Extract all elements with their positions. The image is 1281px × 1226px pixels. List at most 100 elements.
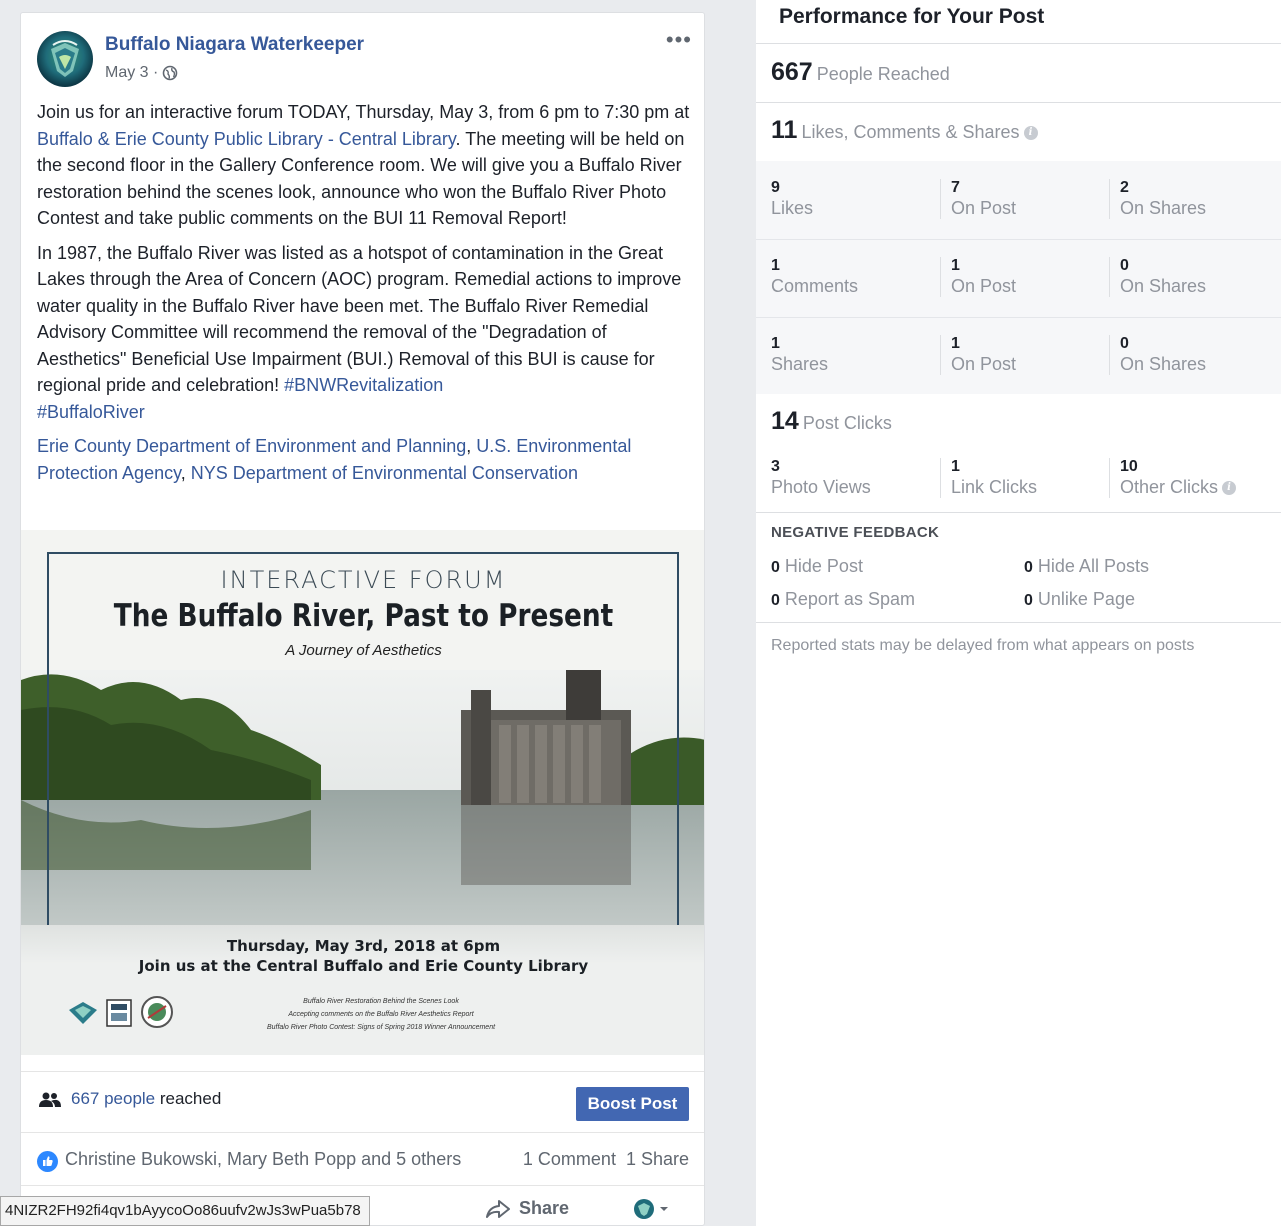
likes-total: 9 Likes [771,179,813,219]
more-options-icon[interactable]: ••• [666,29,692,51]
info-icon[interactable]: i [1023,126,1038,140]
stat-number: 0 [1024,559,1033,576]
photo-views: 3 Photo Views [771,458,871,498]
stat-number: 1 [771,257,780,274]
shares-on-post: 1 On Post [940,335,1016,375]
stat-number: 0 [771,592,780,609]
share-count[interactable]: 1 Share [626,1149,689,1170]
people-reached-number: 667 [771,58,813,86]
like-reaction-icon [37,1151,58,1172]
flyer-agenda: Buffalo River Restoration Behind the Sce… [231,995,531,1034]
page-globe-icon [634,1199,654,1219]
flyer-venue: Join us at the Central Buffalo and Erie … [138,957,589,975]
comment-count[interactable]: 1 Comment [523,1149,616,1170]
shares-on-shares: 0 On Shares [1109,335,1206,375]
tag-separator: , [180,462,191,483]
stat-label: Shares [771,354,829,374]
tagged-page-link[interactable]: NYS Department of Environmental Conserva… [191,463,578,483]
stat-label-text: Other Clicks [1120,477,1219,497]
stat-number: 1 [951,335,960,352]
tagged-pages: Erie County Department of Environment an… [37,433,692,486]
library-link[interactable]: Buffalo & Erie County Public Library - C… [37,129,456,149]
flyer-logos [49,980,189,1040]
flyer-agenda-item: Accepting comments on the Buffalo River … [288,1011,474,1018]
stat-label: Report as Spam [779,589,915,609]
divider [756,43,1281,44]
flyer-title: The Buffalo River, Past to Present [113,598,614,634]
report-spam-stat: 0 Report as Spam [771,589,915,610]
stat-label: On Shares [1120,354,1207,374]
hashtag-link[interactable]: #BNWRevitalization [284,375,443,395]
post-text-span: Join us for an interactive forum TODAY, … [37,102,690,122]
post-header: Buffalo Niagara Waterkeeper May 3 · ••• [37,29,692,91]
chevron-down-icon [660,1207,668,1211]
stats-footnote: Reported stats may be delayed from what … [771,637,1195,654]
stat-number: 0 [771,559,780,576]
people-reached-label: People Reached [816,64,950,84]
stat-number: 1 [951,257,960,274]
stat-label: On Shares [1120,198,1207,218]
post-clicks-label: Post Clicks [802,413,892,433]
stat-number: 3 [771,458,780,475]
stat-number: 10 [1120,458,1138,475]
stat-number: 7 [951,179,960,196]
status-url-tooltip: 4NIZR2FH92fi4qv1bAyycoOo86uufv2wJs3wPua5… [0,1196,370,1226]
post-date[interactable]: May 3 · [105,64,158,82]
stat-label: On Post [951,198,1017,218]
page-avatar[interactable] [37,31,93,87]
stat-label: Comments [771,276,859,296]
post-body: Join us for an interactive forum TODAY, … [37,99,692,494]
other-clicks: 10 Other Clicks i [1109,458,1237,498]
stat-number: 2 [1120,179,1129,196]
comments-total: 1 Comments [771,257,858,297]
stat-number: 9 [771,179,780,196]
stat-number: 0 [1120,257,1129,274]
reach-suffix: reached [155,1089,222,1108]
engagement-label: Likes, Comments & Shares [801,122,1020,142]
post-paragraph-2: In 1987, the Buffalo River was listed as… [37,240,692,426]
flyer-footer: Thursday, May 3rd, 2018 at 6pm Join us a… [21,925,704,1055]
post-text-span: In 1987, the Buffalo River was listed as… [37,242,682,396]
clicks-row: 3 Photo Views 1 Link Clicks 10 Other Clicks… [756,440,1281,517]
shares-total: 1 Shares [771,335,828,375]
divider [756,102,1281,103]
stat-label: Hide Post [779,556,863,576]
comments-on-shares: 0 On Shares [1109,257,1206,297]
shares-row: 1 Shares 1 On Post 0 On Shares [756,317,1281,394]
tagged-page-link[interactable]: Erie County Department of Environment an… [37,436,466,456]
reach-text: 667 people reached [71,1089,221,1109]
post-clicks-number: 14 [771,407,799,435]
reactors-list[interactable]: Christine Bukowski, Mary Beth Popp and 5… [65,1149,461,1170]
people-reached-link[interactable]: 667 people [71,1089,155,1108]
flyer-subtitle: INTERACTIVE FORUM [220,566,507,594]
stat-label: On Post [951,276,1017,296]
post-meta: May 3 · [105,64,178,82]
audience-selector[interactable] [633,1198,669,1220]
likes-on-post: 7 On Post [940,179,1016,219]
divider [756,622,1281,623]
reach-bar: 667 people reached Boost Post [21,1071,704,1131]
share-action-label: Share [519,1198,570,1218]
post-paragraph-1: Join us for an interactive forum TODAY, … [37,99,692,232]
performance-panel: Performance for Your Post 667 People Reac… [756,0,1281,1226]
globe-icon[interactable] [162,65,178,81]
engagement-counts: 1 Comment 1 Share [523,1149,689,1170]
stat-number: 0 [1024,592,1033,609]
post-image[interactable]: INTERACTIVE FORUM The Buffalo River, Pas… [21,530,704,1055]
flyer-agenda-item: Buffalo River Restoration Behind the Sce… [303,998,459,1005]
stat-label: On Post [951,354,1017,374]
post-clicks-stat: 14 Post Clicks [771,407,892,436]
stat-label: Hide All Posts [1032,556,1149,576]
info-icon[interactable]: i [1222,481,1237,495]
stat-label: On Shares [1120,276,1207,296]
engagement-stat: 11 Likes, Comments & Shares i [771,116,1038,145]
hashtag-link[interactable]: #BuffaloRiver [37,402,145,422]
flyer-tagline: A Journey of Aesthetics [285,642,442,659]
stat-label: Other Clicks i [1120,477,1237,498]
people-icon [39,1092,61,1113]
boost-post-button[interactable]: Boost Post [576,1087,689,1121]
share-action-button[interactable]: Share [485,1198,569,1219]
post-card: Buffalo Niagara Waterkeeper May 3 · ••• … [20,12,705,1226]
page-name[interactable]: Buffalo Niagara Waterkeeper [105,34,364,56]
comments-row: 1 Comments 1 On Post 0 On Shares [756,239,1281,316]
